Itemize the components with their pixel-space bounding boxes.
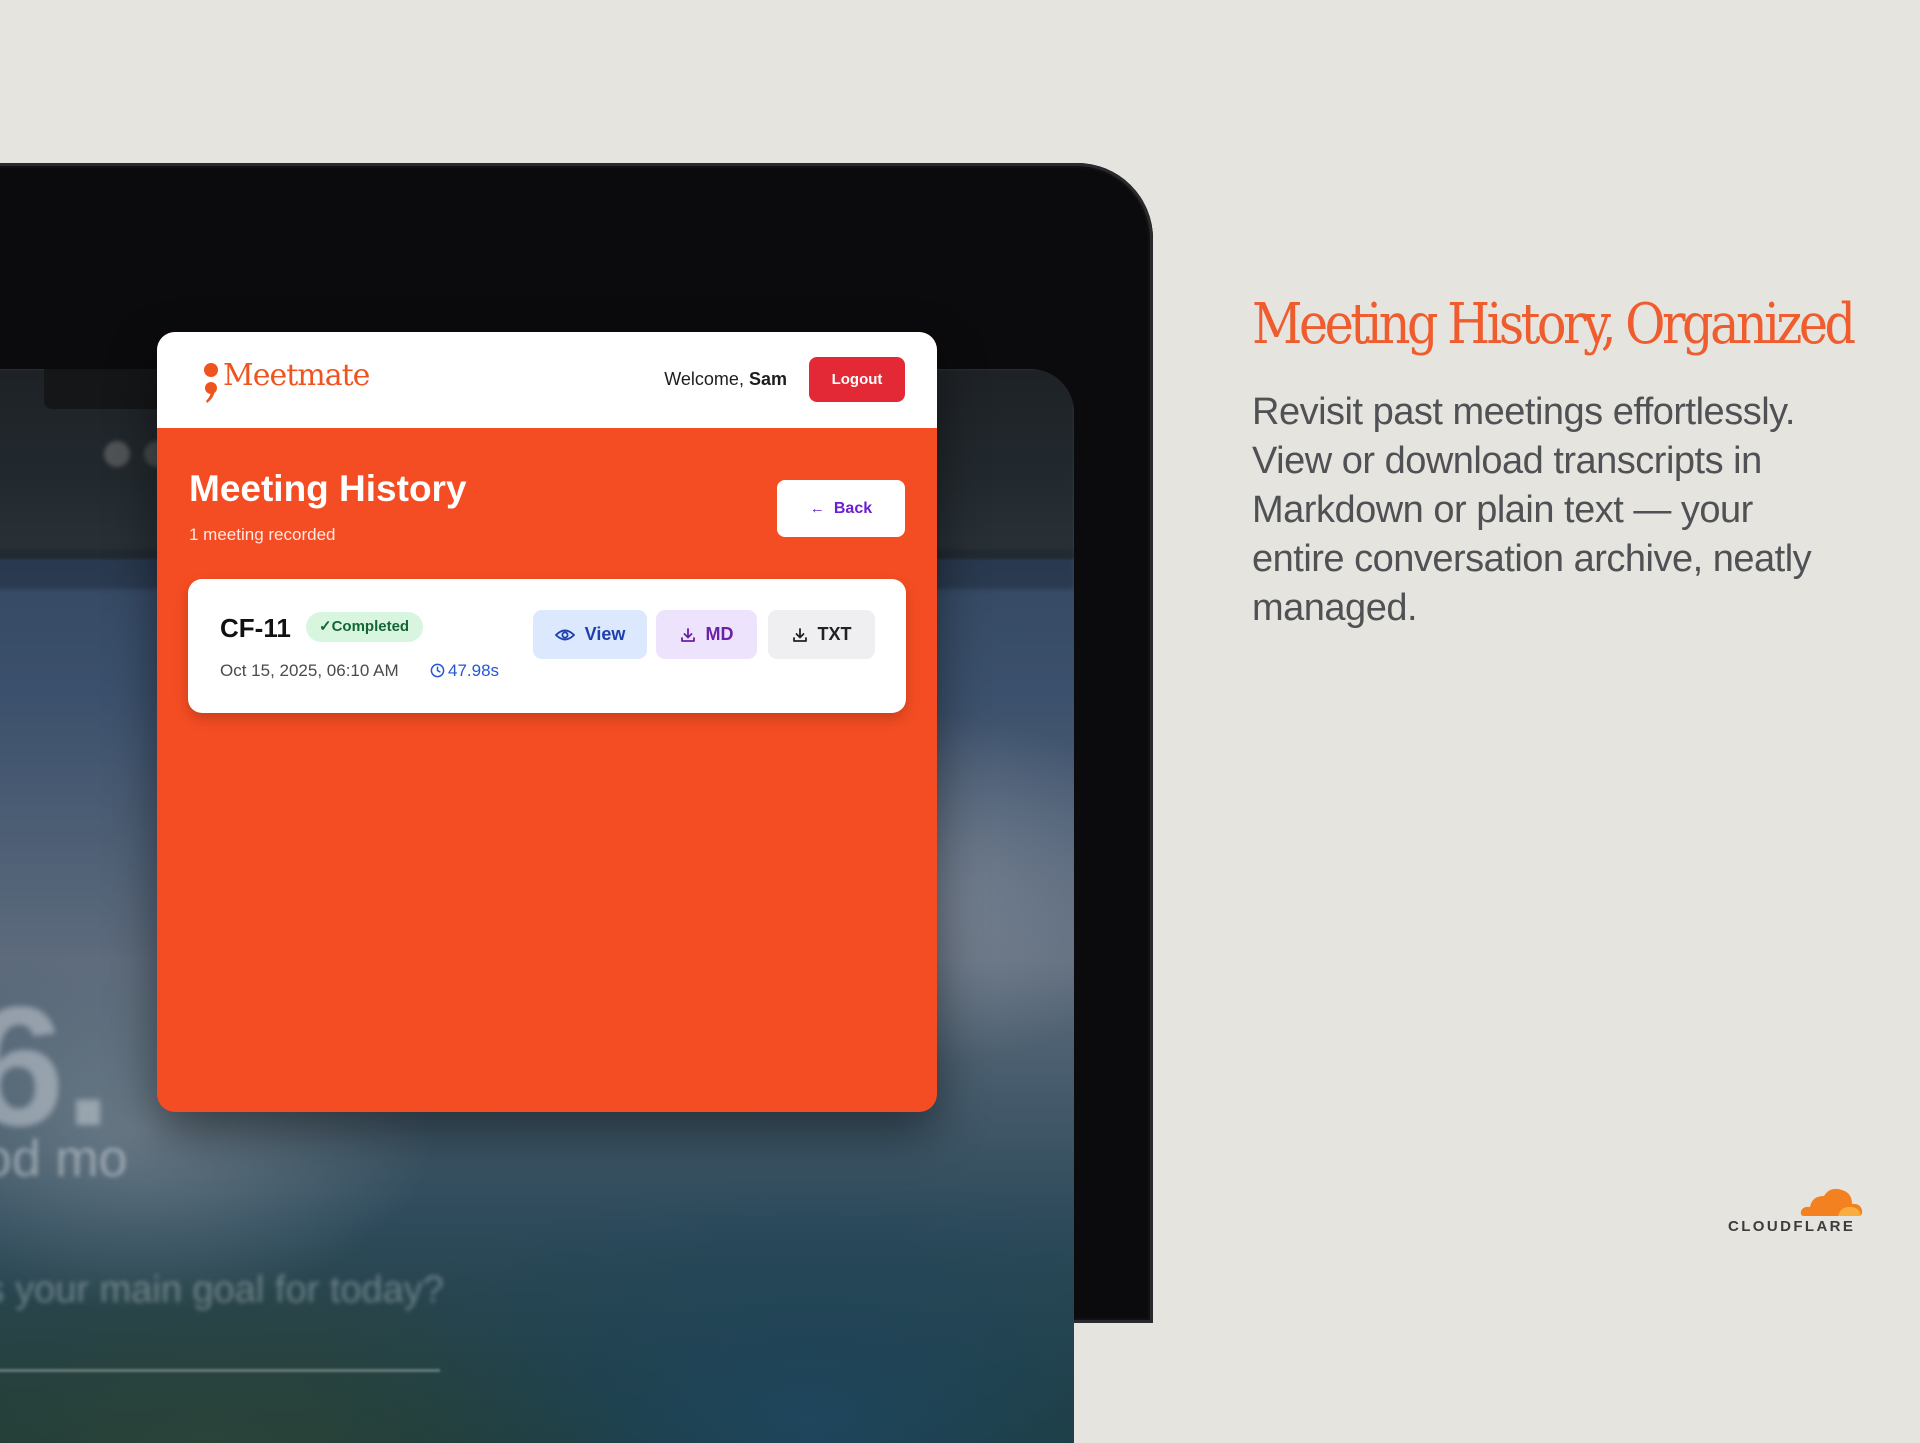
download-txt-button[interactable]: TXT	[768, 610, 875, 659]
check-icon: ✓	[319, 618, 332, 635]
welcome-message: Welcome, Sam	[664, 369, 787, 390]
view-button[interactable]: View	[533, 610, 647, 659]
meetmate-popup: Meetmate Welcome, Sam Logout Meeting His…	[157, 332, 937, 1112]
txt-label: TXT	[817, 624, 852, 644]
popup-header: Meetmate Welcome, Sam Logout	[157, 332, 937, 428]
background-question: t is your main goal for today?	[0, 1269, 444, 1311]
cloudflare-logo: CLOUDFLARE	[1728, 1184, 1864, 1235]
duration-value: 47.98s	[448, 661, 500, 680]
app-logo-text: Meetmate	[223, 358, 370, 393]
meeting-card: CF-11 ✓Completed Oct 15, 2025, 06:10 AM …	[188, 579, 906, 713]
logout-button[interactable]: Logout	[809, 357, 905, 402]
background-input-line	[0, 1369, 440, 1372]
meeting-name: CF-11	[220, 613, 291, 643]
background-greeting: ood mo	[0, 1130, 128, 1188]
cloud-icon	[1800, 1188, 1863, 1216]
back-button[interactable]: ← Back	[777, 480, 905, 537]
meeting-duration: 47.98s	[430, 661, 499, 681]
status-badge: ✓Completed	[306, 612, 424, 642]
clock-icon	[430, 663, 445, 678]
page-title: Meeting History	[189, 468, 467, 509]
cloudflare-wordmark: CLOUDFLARE	[1728, 1218, 1856, 1235]
meeting-count: 1 meeting recorded	[189, 525, 336, 544]
md-label: MD	[705, 624, 734, 644]
status-label: Completed	[331, 618, 410, 635]
meeting-date: Oct 15, 2025, 06:10 AM	[220, 661, 399, 680]
arrow-left-icon: ←	[809, 499, 825, 517]
download-icon	[792, 627, 807, 642]
feature-headline: Meeting History, Organized	[1252, 292, 1856, 357]
extension-icon[interactable]	[104, 441, 130, 467]
feature-description: Revisit past meetings effortlessly. View…	[1252, 391, 1812, 629]
user-name: Sam	[748, 369, 787, 389]
view-label: View	[584, 624, 626, 644]
download-icon	[680, 627, 695, 642]
welcome-prefix: Welcome,	[664, 369, 744, 389]
meetmate-logo-icon	[204, 363, 218, 403]
eye-icon	[554, 629, 575, 640]
download-md-button[interactable]: MD	[656, 610, 757, 659]
back-label: Back	[833, 499, 873, 517]
